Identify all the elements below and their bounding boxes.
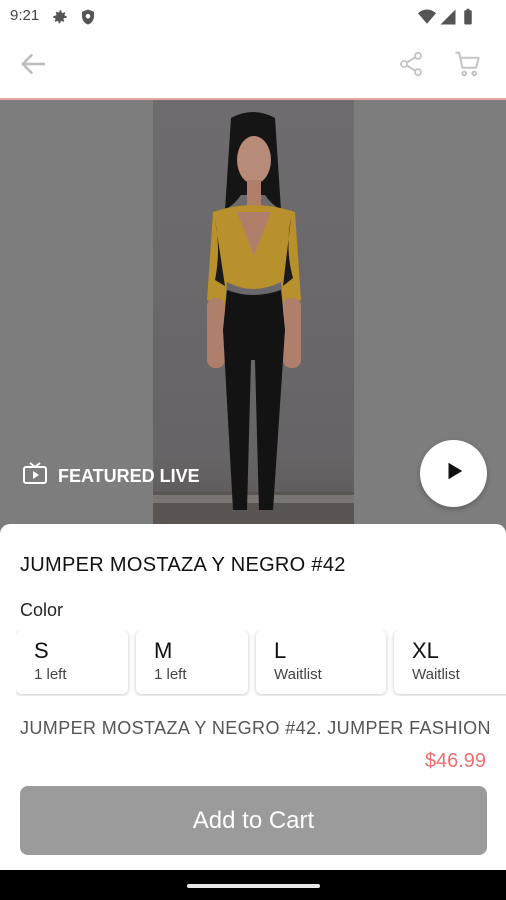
app-bar bbox=[0, 34, 506, 100]
size-options: S 1 left M 1 left L Waitlist XL Waitlist bbox=[16, 630, 506, 696]
product-details-sheet: JUMPER MOSTAZA Y NEGRO #42 Color S 1 lef… bbox=[0, 524, 506, 870]
battery-icon bbox=[459, 8, 477, 26]
size-stock: Waitlist bbox=[274, 666, 322, 683]
play-icon bbox=[443, 460, 465, 487]
size-option-l[interactable]: L Waitlist bbox=[256, 630, 386, 694]
size-name: M bbox=[154, 638, 173, 663]
system-nav-bar bbox=[0, 870, 506, 900]
share-icon bbox=[397, 50, 425, 83]
size-stock: Waitlist bbox=[412, 666, 460, 683]
status-time: 9:21 bbox=[10, 7, 40, 24]
settings-gear-icon bbox=[51, 8, 69, 26]
size-option-xl[interactable]: XL Waitlist bbox=[394, 630, 506, 694]
size-option-m[interactable]: M 1 left bbox=[136, 630, 248, 694]
cart-button[interactable] bbox=[450, 48, 486, 84]
size-name: L bbox=[274, 638, 287, 663]
product-title: JUMPER MOSTAZA Y NEGRO #42 bbox=[20, 554, 346, 576]
tv-icon bbox=[22, 462, 48, 491]
product-description: JUMPER MOSTAZA Y NEGRO #42. JUMPER FASHI… bbox=[20, 718, 491, 738]
signal-icon bbox=[439, 8, 457, 26]
back-button[interactable] bbox=[16, 48, 52, 84]
product-price: $46.99 bbox=[424, 750, 486, 772]
status-bar: 9:21 bbox=[0, 0, 506, 34]
shield-icon bbox=[79, 8, 97, 26]
featured-live-badge: FEATURED LIVE bbox=[22, 462, 200, 491]
wifi-icon bbox=[418, 8, 436, 26]
size-name: S bbox=[34, 638, 49, 663]
featured-live-label: FEATURED LIVE bbox=[58, 466, 200, 486]
product-image[interactable]: FEATURED LIVE bbox=[0, 100, 506, 540]
share-button[interactable] bbox=[393, 48, 429, 84]
size-option-s[interactable]: S 1 left bbox=[16, 630, 128, 694]
arrow-left-icon bbox=[19, 49, 49, 84]
option-label: Color bbox=[20, 600, 64, 620]
add-to-cart-button[interactable]: Add to Cart bbox=[20, 786, 487, 855]
cart-icon bbox=[453, 49, 483, 84]
play-button[interactable] bbox=[420, 440, 487, 507]
size-stock: 1 left bbox=[34, 666, 67, 683]
size-name: XL bbox=[412, 638, 439, 663]
size-stock: 1 left bbox=[154, 666, 187, 683]
home-gesture-handle[interactable] bbox=[187, 884, 320, 888]
